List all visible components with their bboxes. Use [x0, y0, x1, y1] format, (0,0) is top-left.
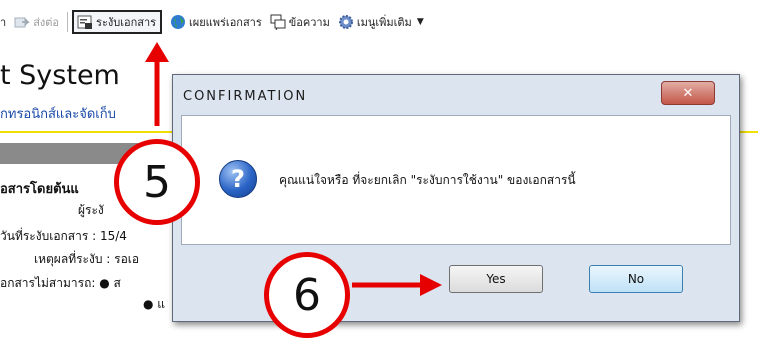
step5-arrowhead: [145, 42, 169, 62]
step5-callout: 5: [114, 139, 200, 225]
step6-callout: 6: [264, 252, 350, 338]
annotation-arrows: [145, 42, 442, 296]
step6-arrowhead: [420, 274, 442, 296]
